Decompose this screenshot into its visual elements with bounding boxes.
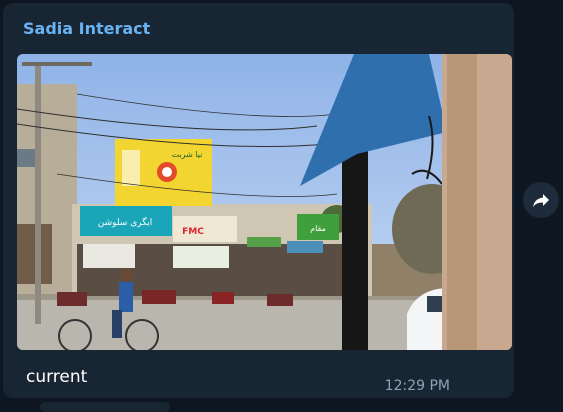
sender-name[interactable]: Sadia Interact [23, 19, 150, 38]
billboard-text: نیا شربت [172, 150, 203, 159]
message-bubble[interactable]: Sadia Interact نیا شربت ایگری سلوشن FMC … [3, 3, 514, 398]
street-scene-image: نیا شربت ایگری سلوشن FMC مقام [17, 54, 512, 350]
share-forward-icon [533, 194, 549, 207]
next-message-bubble [40, 402, 170, 412]
share-button[interactable] [523, 182, 559, 218]
teal-banner-text: ایگری سلوشن [98, 216, 152, 228]
message-photo[interactable]: نیا شربت ایگری سلوشن FMC مقام [17, 54, 512, 350]
green-sign-text: مقام [310, 224, 326, 233]
message-caption: current [26, 367, 88, 387]
fmc-sign-text: FMC [182, 227, 204, 237]
message-time: 12:29 PM [384, 378, 450, 394]
